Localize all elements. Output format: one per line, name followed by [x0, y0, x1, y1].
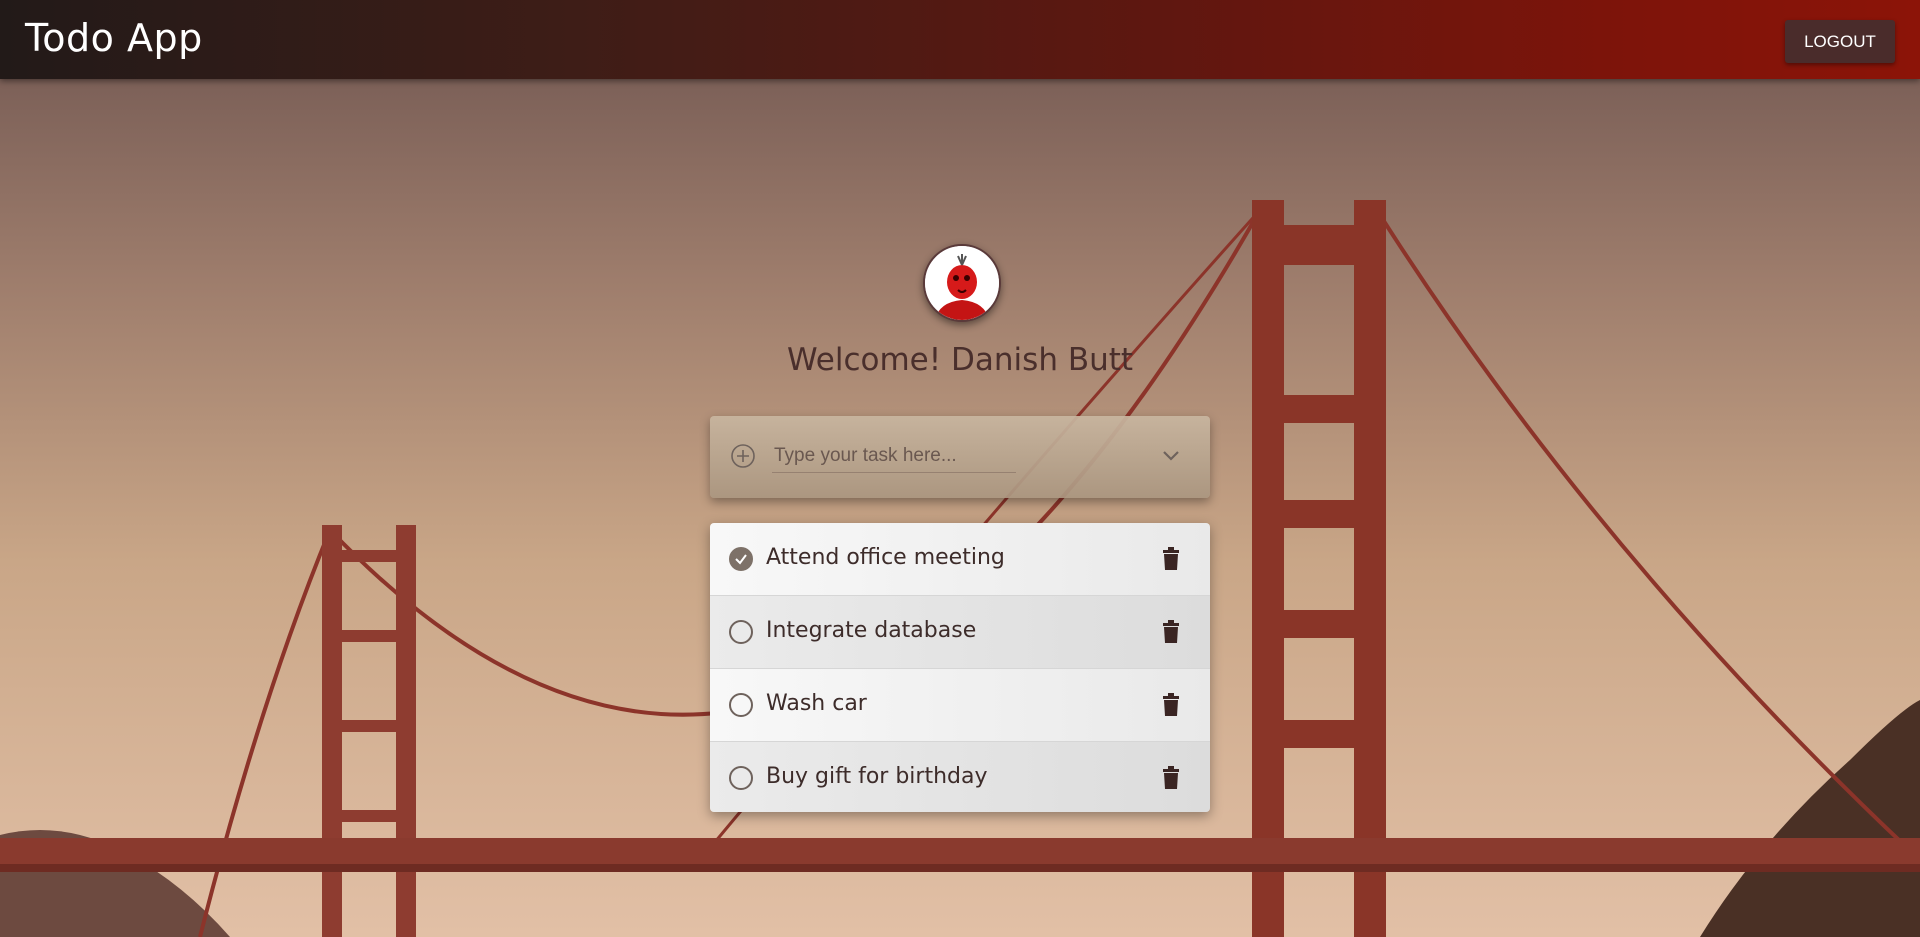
trash-icon[interactable] — [1160, 620, 1182, 644]
task-label: Buy gift for birthday — [766, 764, 988, 789]
task-item: Attend office meeting — [710, 523, 1210, 595]
task-item: Buy gift for birthday — [710, 741, 1210, 812]
add-task-card — [710, 416, 1210, 498]
task-input[interactable] — [772, 440, 1016, 473]
logout-button[interactable]: LOGOUT — [1785, 20, 1895, 63]
checkmark-icon — [735, 554, 747, 565]
task-item: Integrate database — [710, 595, 1210, 668]
task-checkbox[interactable] — [729, 766, 753, 790]
trash-icon[interactable] — [1160, 693, 1182, 717]
task-checkbox[interactable] — [729, 620, 753, 644]
app-header: Todo App LOGOUT — [0, 0, 1920, 79]
task-item: Wash car — [710, 668, 1210, 741]
task-label: Integrate database — [766, 618, 977, 643]
chevron-down-icon[interactable] — [1160, 444, 1182, 466]
plus-circle-icon[interactable] — [731, 444, 755, 468]
task-checkbox[interactable] — [729, 693, 753, 717]
task-label: Attend office meeting — [766, 545, 1005, 570]
task-checkbox[interactable] — [729, 547, 753, 571]
trash-icon[interactable] — [1160, 547, 1182, 571]
user-avatar-icon — [923, 244, 1001, 322]
task-label: Wash car — [766, 691, 867, 716]
trash-icon[interactable] — [1160, 766, 1182, 790]
welcome-message: Welcome! Danish Butt — [786, 342, 1134, 378]
app-title: Todo App — [25, 16, 203, 60]
task-list: Attend office meeting Integrate database… — [710, 523, 1210, 812]
